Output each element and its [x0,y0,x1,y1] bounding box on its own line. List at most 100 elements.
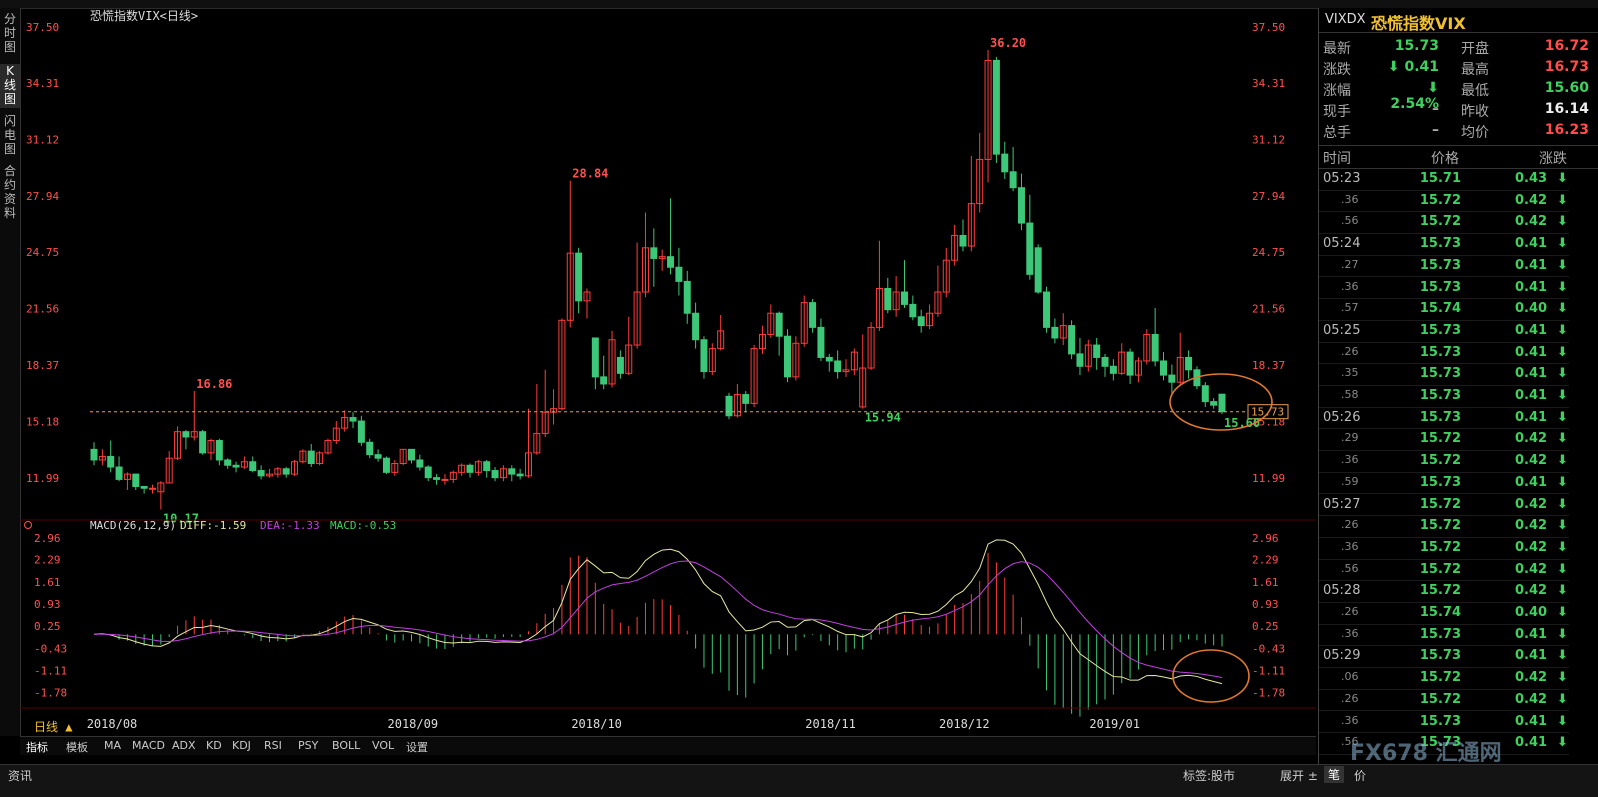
tick-row: 05:28 15.72 0.42 ⬇ [1319,580,1569,603]
price-mode-button[interactable]: 价 [1354,767,1366,784]
candle [951,224,959,266]
candle [441,474,449,485]
quote-label: 最低 [1461,83,1489,99]
candle-body [834,360,842,373]
date-tick: 2018/10 [571,717,622,731]
macd-histogram [101,552,1223,717]
tick-row: .36 15.73 0.41 ⬇ [1319,277,1569,300]
tick-price: 15.73 [1419,366,1461,382]
candle [533,383,541,455]
candle-body [917,316,925,327]
tab-indicator[interactable]: 指标 [26,739,48,755]
candle-body [424,466,432,479]
tab-contract-info[interactable]: 合 约 资 料 [0,164,20,222]
macd-value-label: MACD:-0.53 [330,519,396,532]
candle-body [1009,171,1017,189]
tick-price: 15.74 [1419,301,1461,317]
candle-body [1210,401,1218,406]
tick-change: 0.41 [1515,322,1548,338]
macd-tick-right: 2.96 [1252,532,1279,545]
ind-adx[interactable]: ADX [172,739,196,752]
tick-time: .57 [1341,301,1359,315]
down-arrow-icon: ⬇ [1557,518,1568,534]
tick-mode-button[interactable]: 笔 [1324,766,1345,783]
candle [1126,348,1134,384]
candle [282,467,290,478]
quote-label: 最高 [1461,62,1489,78]
candle [449,470,457,483]
candle [616,350,624,379]
tab-kline-chart[interactable]: K 线 图 [0,64,20,108]
ind-settings[interactable]: 设置 [406,739,428,755]
ind-boll[interactable]: BOLL [332,739,360,752]
candle [683,270,691,324]
quote-row: 涨幅 ⬇ 2.54% 最低 15.60 [1319,78,1598,112]
ind-ma[interactable]: MA [104,739,121,752]
candle [291,459,299,476]
down-arrow-icon: ⬇ [1557,171,1568,186]
tick-time: .36 [1341,713,1359,727]
macd-tick-right: -1.78 [1252,686,1285,699]
tick-time: .59 [1341,474,1359,488]
ind-psy[interactable]: PSY [298,739,318,752]
candle-body [107,455,115,468]
candle-body [416,459,424,468]
macd-header: MACD(26,12,9) DIFF:-1.59 DEA:-1.33 MACD:… [24,519,396,532]
kline-chart[interactable]: 恐慌指数VIX<日线> 37.50 37.50 34.31 34.31 31.12 31.… [20,8,1316,736]
candle [926,304,934,330]
tick-time: .35 [1341,366,1359,380]
candle [608,330,616,388]
candle [207,438,215,460]
left-tab-strip: 分 时 图 K 线 图 闪 电 图 合 约 资 料 [0,8,21,736]
candle [650,228,658,287]
tick-change: 0.41 [1515,474,1548,490]
ind-kdj[interactable]: KDJ [232,739,251,752]
candle [483,459,491,478]
macd-settings-icon[interactable] [24,521,32,529]
quote-label: 昨收 [1461,104,1489,120]
tick-time: 05:23 [1323,171,1361,186]
tick-price: 15.73 [1419,257,1461,273]
down-arrow-icon: ⬇ [1557,670,1568,686]
tab-time-chart[interactable]: 分 时 图 [0,12,20,56]
ind-kd[interactable]: KD [206,739,222,752]
candle [675,247,683,296]
down-arrow-icon: ⬇ [1557,388,1568,403]
candle [892,276,900,317]
candle [1043,286,1051,333]
tick-row: .29 15.72 0.42 ⬇ [1319,428,1569,452]
down-arrow-icon: ⬇ [1557,344,1568,360]
down-arrow-icon: ⬇ [1557,713,1568,729]
candle-body [784,335,792,378]
candle-body [215,440,223,461]
extreme-label: 28.84 [572,167,608,181]
news-button[interactable]: 资讯 [8,767,32,784]
tab-template[interactable]: 模板 [66,739,88,755]
candle [1176,332,1184,386]
tab-flash-chart[interactable]: 闪 电 图 [0,114,20,158]
ind-rsi[interactable]: RSI [264,739,282,752]
candle-body [700,339,708,373]
down-arrow-icon: ⬇ [1557,605,1568,620]
tick-price: 15.73 [1419,648,1461,664]
candle-body [725,395,733,417]
candle [332,421,340,445]
macd-tick-left: 2.96 [34,532,61,545]
candle-body [575,252,583,302]
candle [458,463,466,476]
candle [1210,398,1218,409]
candle [199,429,207,455]
candle [1076,337,1084,376]
candle-body [1126,351,1134,376]
period-selector[interactable]: 日线 ▲ [34,720,73,734]
candle-body [374,454,382,459]
tick-row: .27 15.73 0.41 ⬇ [1319,255,1569,278]
tick-price: 15.73 [1419,322,1461,338]
candle [408,448,416,464]
candle [566,180,574,328]
ind-vol[interactable]: VOL [372,739,394,752]
ind-macd[interactable]: MACD [132,739,165,752]
tick-row: .59 15.73 0.41 ⬇ [1319,472,1569,495]
expand-button[interactable]: 展开 ± [1280,767,1318,784]
candle-body [483,461,491,472]
